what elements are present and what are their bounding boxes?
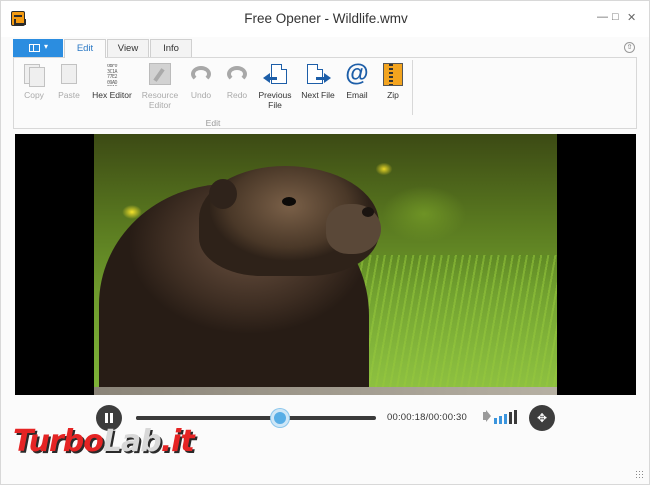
- ribbon-tabs: ▾ Edit View Info ⇧: [13, 39, 637, 58]
- volume-icon[interactable]: [483, 410, 491, 422]
- hex-editor-label: Hex Editor: [92, 90, 132, 100]
- tab-edit[interactable]: Edit: [64, 39, 106, 58]
- app-window: Free Opener - Wildlife.wmv — □ ✕ ▾ Edit …: [0, 0, 650, 485]
- file-menu-button[interactable]: ▾: [13, 39, 63, 57]
- undo-button[interactable]: Undo: [184, 60, 218, 116]
- zip-label: Zip: [387, 90, 399, 100]
- seek-bar[interactable]: [136, 409, 376, 427]
- tab-info[interactable]: Info: [150, 39, 192, 57]
- next-file-label: Next File: [301, 90, 335, 100]
- time-display: 00:00:18/00:00:30: [387, 412, 467, 423]
- volume-bar: [494, 418, 497, 424]
- ribbon-panel: Copy Paste Hex Editor Resource Editor Un…: [13, 57, 637, 129]
- seek-bar-progress: [136, 416, 280, 420]
- undo-label: Undo: [190, 90, 212, 100]
- volume-bar: [499, 416, 502, 424]
- hex-editor-icon: [102, 64, 122, 86]
- watermark-logo: TurboLab.it: [13, 424, 195, 459]
- resource-editor-button[interactable]: Resource Editor: [138, 60, 182, 116]
- ribbon-group-label: Edit: [205, 118, 221, 128]
- maximize-button[interactable]: □: [612, 11, 619, 23]
- previous-file-icon: [254, 60, 296, 90]
- hex-editor-button[interactable]: Hex Editor: [88, 60, 136, 116]
- video-frame-image: [94, 134, 557, 395]
- email-icon: @: [345, 60, 369, 87]
- menu-icon: [29, 44, 40, 52]
- volume-slider[interactable]: [494, 410, 518, 424]
- next-file-icon: [298, 60, 338, 90]
- fullscreen-button[interactable]: ✥: [529, 405, 555, 431]
- previous-file-button[interactable]: Previous File: [254, 60, 296, 116]
- next-file-button[interactable]: Next File: [298, 60, 338, 116]
- redo-icon: [227, 66, 247, 82]
- redo-label: Redo: [226, 90, 248, 100]
- seek-handle[interactable]: [271, 409, 289, 427]
- volume-bar: [514, 410, 517, 424]
- copy-label: Copy: [24, 90, 44, 100]
- volume-bar: [504, 414, 507, 424]
- paste-button[interactable]: Paste: [52, 60, 86, 116]
- zip-button[interactable]: Zip: [376, 60, 410, 116]
- minimize-button[interactable]: —: [597, 11, 608, 23]
- window-title: Free Opener - Wildlife.wmv: [244, 11, 408, 26]
- email-label: Email: [346, 90, 368, 100]
- copy-button[interactable]: Copy: [16, 60, 52, 116]
- resource-editor-icon: [149, 63, 171, 85]
- email-button[interactable]: @ Email: [340, 60, 374, 116]
- paste-icon: [61, 64, 77, 84]
- title-bar: Free Opener - Wildlife.wmv — □ ✕: [1, 1, 649, 37]
- tab-view[interactable]: View: [107, 39, 149, 57]
- video-viewport[interactable]: [15, 134, 636, 395]
- volume-bar: [509, 412, 512, 424]
- zip-icon: [383, 63, 403, 86]
- resource-editor-label: Resource Editor: [141, 90, 179, 110]
- resize-grip-icon[interactable]: [635, 470, 643, 478]
- chevron-down-icon: ▾: [44, 42, 49, 51]
- group-divider: [412, 60, 413, 115]
- collapse-ribbon-button[interactable]: ⇧: [624, 42, 635, 53]
- close-button[interactable]: ✕: [627, 11, 636, 24]
- previous-file-label: Previous File: [258, 90, 292, 110]
- paste-label: Paste: [58, 90, 80, 100]
- redo-button[interactable]: Redo: [220, 60, 254, 116]
- undo-icon: [191, 66, 211, 82]
